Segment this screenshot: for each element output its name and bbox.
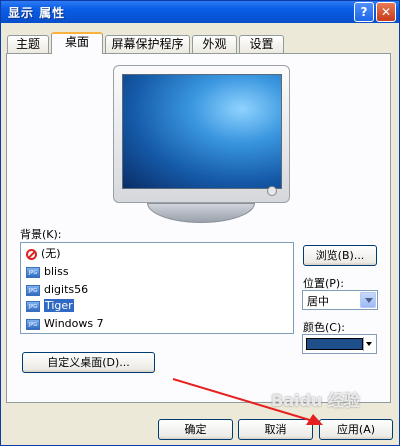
annotation-arrow-icon bbox=[172, 378, 323, 425]
watermark: Baidu 经验 bbox=[271, 391, 360, 410]
display-properties-window: 显示 属性 ? ✕ 主题 桌面 屏幕保护程序 外观 设置 背景(K): (无) … bbox=[0, 0, 400, 446]
tab-desktop[interactable]: 桌面 bbox=[51, 32, 103, 54]
